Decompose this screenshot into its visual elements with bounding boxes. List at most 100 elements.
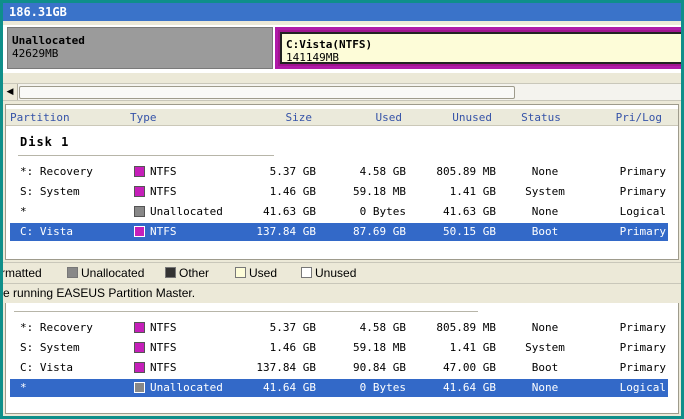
- cell-partition: *: [20, 381, 27, 394]
- cell-used: 90.84 GB: [353, 361, 406, 374]
- legend-label: rmatted: [3, 266, 42, 280]
- table-row[interactable]: C: Vista NTFS 137.84 GB 90.84 GB 47.00 GB Boo…: [10, 359, 668, 377]
- legend-item-used: Used: [235, 266, 277, 280]
- table-row[interactable]: S: System NTFS 1.46 GB 59.18 MB 1.41 GB Syste…: [10, 183, 668, 201]
- cell-type: NTFS: [150, 225, 177, 238]
- cell-status: None: [531, 165, 559, 178]
- scrollbar-thumb[interactable]: [19, 86, 515, 99]
- cell-type: NTFS: [150, 341, 177, 354]
- cell-prilog: Primary: [619, 185, 666, 198]
- legend-swatch: [235, 267, 246, 278]
- column-header-used[interactable]: Used: [316, 111, 403, 124]
- segment-usage-fill: C:Vista(NTFS) 141149MB: [280, 32, 681, 64]
- disk-capacity-bar: 186.31GB: [3, 3, 681, 21]
- cell-partition: *: [20, 205, 27, 218]
- cell-status: System: [525, 185, 565, 198]
- legend-label: Used: [249, 266, 278, 280]
- cell-prilog: Logical: [619, 205, 666, 218]
- legend-item-unallocated: Unallocated: [67, 266, 144, 280]
- legend-swatch: [67, 267, 78, 278]
- table-row[interactable]: *: Recovery NTFS 5.37 GB 4.58 GB 805.89 MB No…: [10, 319, 668, 337]
- cell-unused: 41.63 GB: [443, 205, 496, 218]
- legend-label: Unused: [315, 266, 357, 280]
- column-header-status[interactable]: Status: [510, 111, 572, 124]
- legend-swatch: [165, 267, 176, 278]
- column-header-partition[interactable]: Partition: [10, 111, 128, 124]
- partition-type-swatch: [134, 322, 145, 333]
- cell-size: 41.64 GB: [263, 381, 316, 394]
- cell-used: 4.58 GB: [359, 165, 406, 178]
- cell-used: 59.18 MB: [353, 341, 406, 354]
- disk-map-segment-unallocated[interactable]: Unallocated 42629MB: [7, 27, 273, 69]
- cell-unused: 1.41 GB: [449, 341, 496, 354]
- partition-type-swatch: [134, 206, 145, 217]
- segment-name: C:Vista(NTFS): [286, 38, 373, 51]
- cell-unused: 50.15 GB: [443, 225, 496, 238]
- partition-type-swatch: [134, 342, 145, 353]
- column-header-unused[interactable]: Unused: [406, 111, 492, 124]
- status-bar: e running EASEUS Partition Master.: [3, 283, 681, 302]
- segment-size: 141149MB: [286, 51, 339, 64]
- cell-partition: C: Vista: [20, 225, 73, 238]
- partition-manager-window: 186.31GB Unallocated 42629MB C:Vista(NTF…: [3, 3, 681, 416]
- cell-prilog: Primary: [619, 361, 666, 374]
- cell-status: None: [531, 321, 559, 334]
- disk-map-segment-vista[interactable]: C:Vista(NTFS) 141149MB: [275, 27, 681, 69]
- horizontal-scrollbar[interactable]: ◀: [3, 83, 681, 101]
- partition-table: Partition Type Size Used Unused Status P…: [5, 104, 679, 260]
- legend-item-formatted: rmatted: [3, 266, 42, 280]
- cell-type: Unallocated: [150, 381, 223, 394]
- legend-label: Other: [179, 266, 210, 280]
- cell-size: 137.84 GB: [256, 361, 316, 374]
- cell-prilog: Primary: [619, 321, 666, 334]
- partition-type-swatch: [134, 362, 145, 373]
- cell-used: 0 Bytes: [359, 205, 406, 218]
- legend-swatch: [301, 267, 312, 278]
- cell-size: 5.37 GB: [269, 165, 316, 178]
- cell-unused: 805.89 MB: [436, 321, 496, 334]
- cell-partition: *: Recovery: [20, 321, 93, 334]
- partition-type-swatch: [134, 226, 145, 237]
- cell-partition: *: Recovery: [20, 165, 93, 178]
- partition-table-after: *: Recovery NTFS 5.37 GB 4.58 GB 805.89 MB No…: [5, 303, 679, 414]
- cell-type: NTFS: [150, 361, 177, 374]
- legend-item-unused: Unused: [301, 266, 356, 280]
- cell-unused: 47.00 GB: [443, 361, 496, 374]
- cell-size: 41.63 GB: [263, 205, 316, 218]
- cell-prilog: Logical: [619, 381, 666, 394]
- cell-unused: 805.89 MB: [436, 165, 496, 178]
- column-header-prilog[interactable]: Pri/Log: [590, 111, 662, 124]
- column-header-size[interactable]: Size: [228, 111, 313, 124]
- table-row[interactable]: * Unallocated 41.63 GB 0 Bytes 41.63 GB None L…: [10, 203, 668, 221]
- cell-size: 137.84 GB: [256, 225, 316, 238]
- cell-size: 1.46 GB: [269, 341, 316, 354]
- partition-type-swatch: [134, 166, 145, 177]
- table-row[interactable]: S: System NTFS 1.46 GB 59.18 MB 1.41 GB Syste…: [10, 339, 668, 357]
- cell-partition: S: System: [20, 341, 80, 354]
- table-row[interactable]: C: Vista NTFS 137.84 GB 87.69 GB 50.15 GB Boo…: [10, 223, 668, 241]
- cell-partition: C: Vista: [20, 361, 73, 374]
- disk-divider: [18, 155, 274, 156]
- cell-used: 59.18 MB: [353, 185, 406, 198]
- cell-partition: S: System: [20, 185, 80, 198]
- disk-label[interactable]: Disk 1: [20, 135, 69, 149]
- cell-size: 1.46 GB: [269, 185, 316, 198]
- cell-type: NTFS: [150, 185, 177, 198]
- table-row[interactable]: *: Recovery NTFS 5.37 GB 4.58 GB 805.89 MB No…: [10, 163, 668, 181]
- cell-status: Boot: [531, 361, 559, 374]
- legend: rmatted Unallocated Other Used Unused: [3, 262, 681, 283]
- cell-prilog: Primary: [619, 165, 666, 178]
- partition-type-swatch: [134, 382, 145, 393]
- table-row[interactable]: * Unallocated 41.64 GB 0 Bytes 41.64 GB None L…: [10, 379, 668, 397]
- legend-label: Unallocated: [81, 266, 145, 280]
- disk-map: Unallocated 42629MB C:Vista(NTFS) 141149…: [3, 25, 681, 73]
- cell-type: NTFS: [150, 165, 177, 178]
- partition-type-swatch: [134, 186, 145, 197]
- cell-unused: 41.64 GB: [443, 381, 496, 394]
- cell-used: 0 Bytes: [359, 381, 406, 394]
- cell-type: Unallocated: [150, 205, 223, 218]
- cell-status: Boot: [531, 225, 559, 238]
- column-header-type[interactable]: Type: [130, 111, 226, 124]
- scroll-left-arrow-icon[interactable]: ◀: [3, 84, 18, 100]
- cell-status: System: [525, 341, 565, 354]
